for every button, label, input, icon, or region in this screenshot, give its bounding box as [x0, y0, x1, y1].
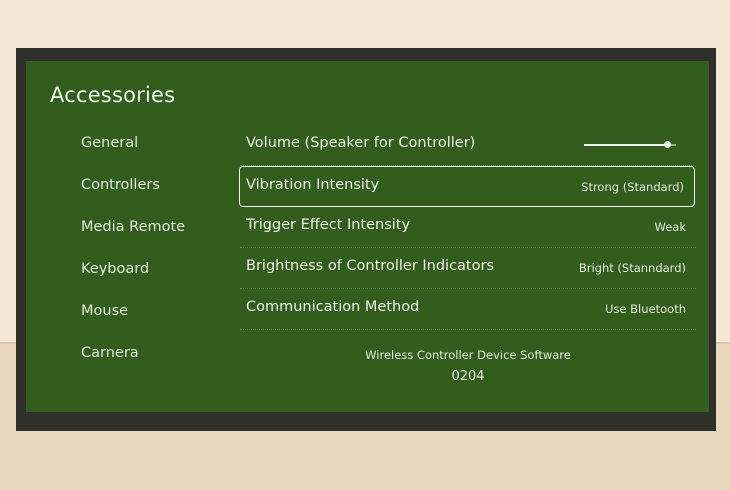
setting-label: Communication Method: [246, 299, 420, 315]
setting-row-communication-method[interactable]: Communication Method Use Bluetooth: [240, 289, 696, 330]
software-label: Wireless Controller Device Software: [365, 348, 571, 362]
setting-value: Strong (Standard): [581, 180, 684, 194]
software-info: Wireless Controller Device Software 0204: [240, 348, 696, 384]
setting-label: Brightness of Controller Indicators: [246, 258, 494, 274]
sidebar-item-keyboard[interactable]: Keyboard: [81, 257, 231, 299]
volume-slider-fill: [584, 144, 667, 146]
tv-bezel: Accessories General Controllers Media Re…: [16, 48, 716, 431]
setting-label: Volume (Speaker for Controller): [246, 135, 476, 151]
sidebar-item-media-remote[interactable]: Media Remote: [81, 215, 231, 257]
sidebar: General Controllers Media Remote Keyboar…: [81, 131, 231, 383]
sidebar-item-camera[interactable]: Carnera: [81, 341, 231, 383]
sidebar-item-controllers[interactable]: Controllers: [81, 173, 231, 215]
setting-value: Use Bluetooth: [605, 302, 686, 316]
settings-list: Volume (Speaker for Controller) Vibratio…: [239, 125, 696, 330]
setting-row-trigger-effect[interactable]: Trigger Effect Intensity Weak: [240, 207, 696, 248]
setting-label: Trigger Effect Intensity: [246, 217, 411, 233]
page-title: Accessories: [50, 83, 176, 107]
setting-row-volume[interactable]: Volume (Speaker for Controller): [240, 125, 696, 166]
sidebar-item-general[interactable]: General: [81, 131, 231, 173]
setting-row-vibration-intensity[interactable]: Vibration Intensity Strong (Standard): [239, 166, 695, 207]
setting-label: Vibration Intensity: [246, 177, 380, 193]
software-version: 0204: [451, 369, 485, 384]
setting-row-indicator-brightness[interactable]: Brightness of Controller Indicators Brig…: [240, 248, 696, 289]
volume-slider[interactable]: [584, 141, 676, 148]
volume-slider-knob[interactable]: [663, 141, 671, 148]
settings-screen: Accessories General Controllers Media Re…: [26, 61, 709, 412]
setting-value: Weak: [654, 220, 686, 234]
sidebar-item-mouse[interactable]: Mouse: [81, 299, 231, 341]
setting-value: Bright (Stanndard): [578, 261, 686, 275]
